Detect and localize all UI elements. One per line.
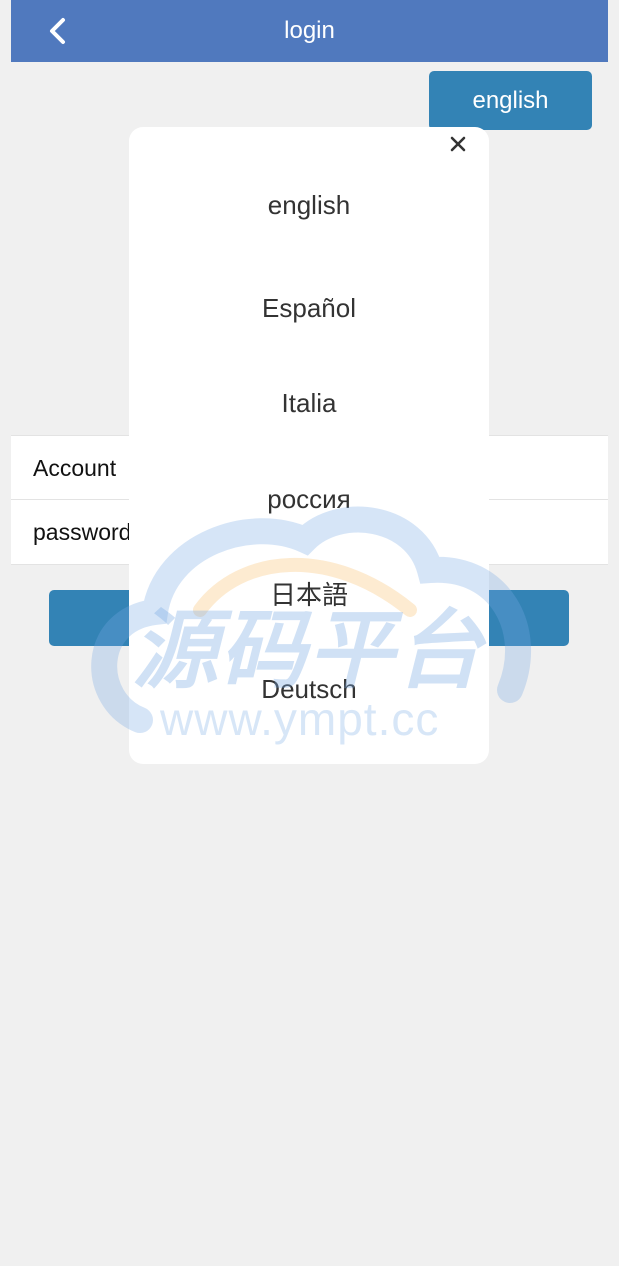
- language-popup: english Español Italia россия 日本語 Deutsc…: [129, 127, 489, 764]
- close-button[interactable]: [446, 132, 470, 156]
- language-option-english[interactable]: english: [129, 185, 489, 225]
- password-label: password: [33, 519, 132, 545]
- language-option-german[interactable]: Deutsch: [129, 669, 489, 709]
- language-option-spanish[interactable]: Español: [129, 288, 489, 328]
- page-title: login: [284, 17, 335, 44]
- top-bar: login: [11, 0, 608, 62]
- language-select-button[interactable]: english: [429, 71, 592, 130]
- language-option-italian[interactable]: Italia: [129, 383, 489, 423]
- close-icon: [450, 136, 466, 152]
- language-option-japanese[interactable]: 日本語: [129, 575, 489, 615]
- account-label: Account: [33, 455, 117, 481]
- language-option-russian[interactable]: россия: [129, 479, 489, 519]
